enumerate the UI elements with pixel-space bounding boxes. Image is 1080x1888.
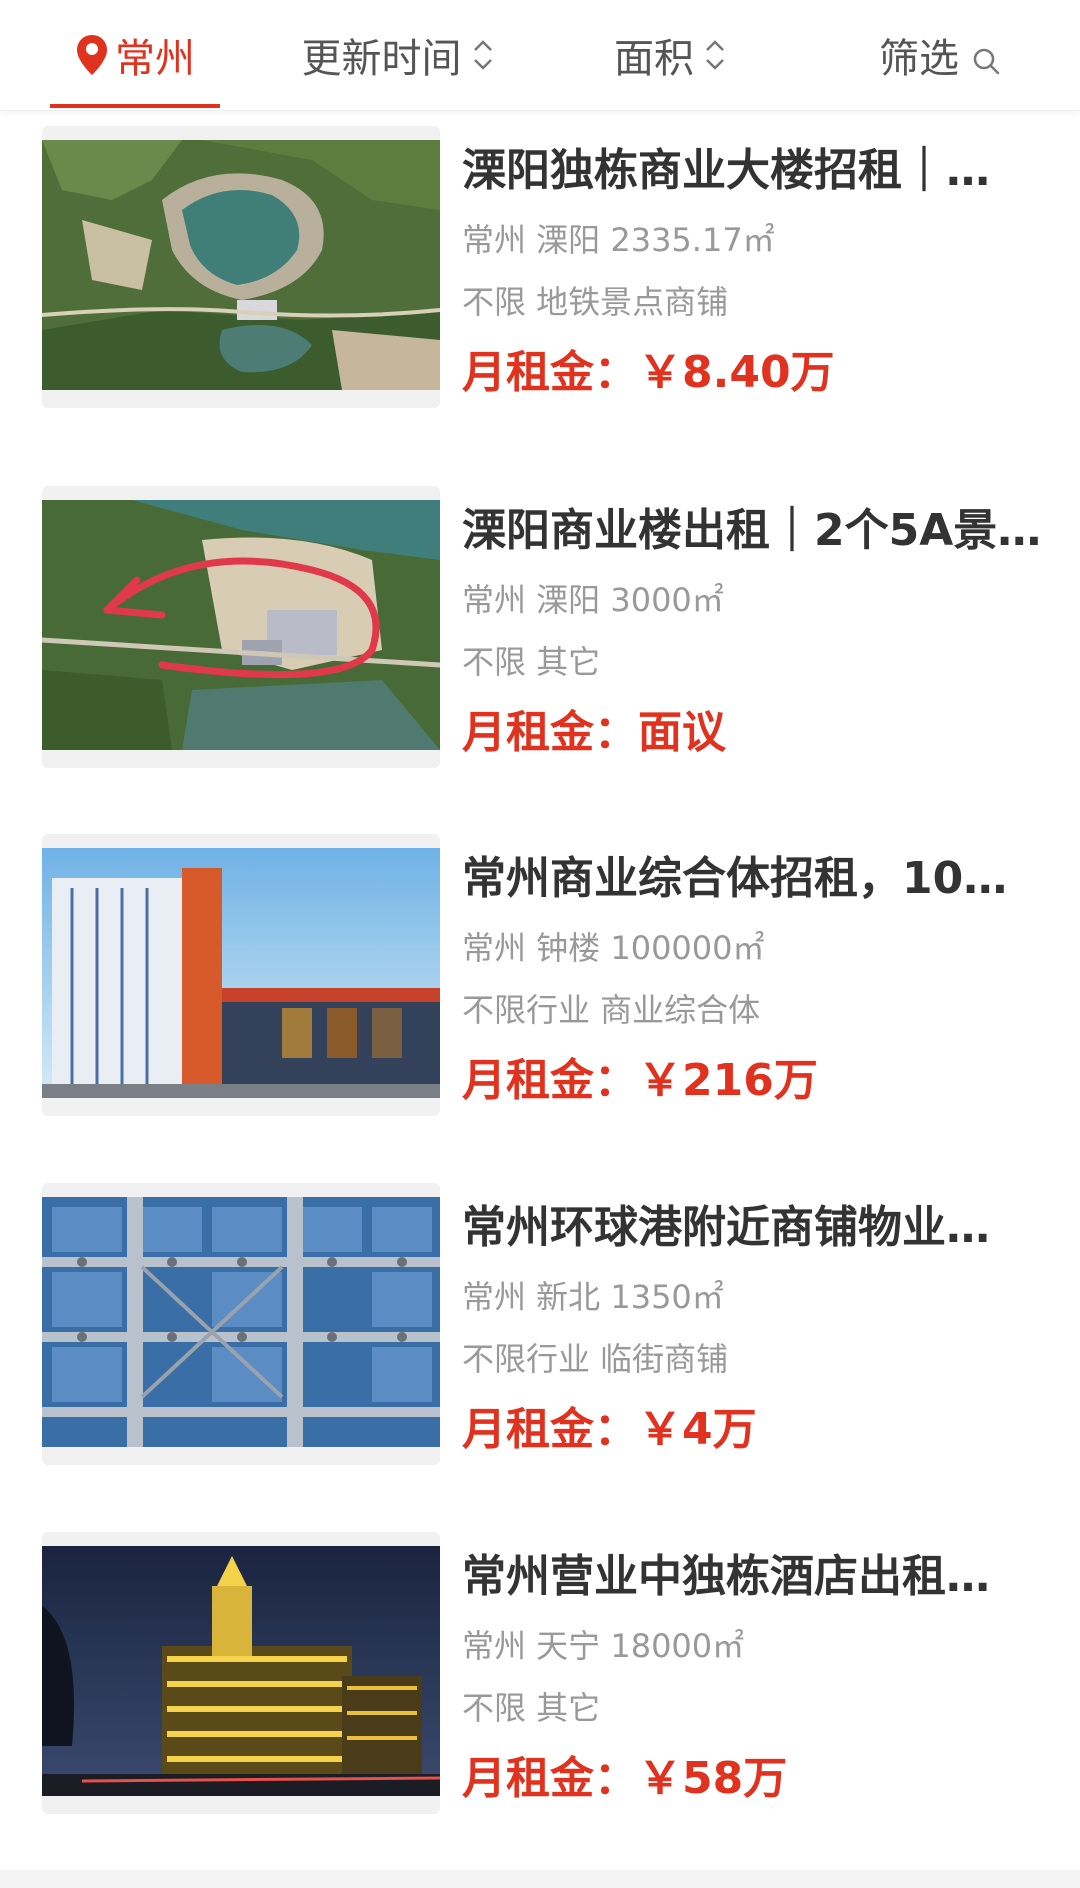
screen-filter[interactable]: 筛选: [870, 0, 1010, 110]
listing-tags: 不限 其它: [462, 643, 601, 681]
listing-card[interactable]: 常州商业综合体招租，10… 常州 钟楼 100000㎡ 不限行业 商业综合体 月…: [0, 834, 1080, 1134]
listing-thumbnail-frame: [42, 486, 440, 768]
listing-card[interactable]: 常州环球港附近商铺物业… 常州 新北 1350㎡ 不限行业 临街商铺 月租金：￥…: [0, 1183, 1080, 1483]
listing-rent: 月租金：￥58万: [462, 1753, 788, 1804]
listing-location: 常州 溧阳 3000㎡: [462, 581, 724, 619]
listing-card[interactable]: 溧阳商业楼出租｜2个5A景… 常州 溧阳 3000㎡ 不限 其它 月租金：面议: [0, 486, 1080, 786]
glass-facade-building-photo: [42, 1197, 440, 1447]
aerial-lake-quarry-photo: [42, 140, 440, 390]
listing-thumbnail: [42, 1546, 440, 1796]
listing-title[interactable]: 溧阳独栋商业大楼招租｜…: [462, 142, 1042, 200]
listing-title[interactable]: 常州商业综合体招租，10…: [462, 850, 1042, 908]
listing-title[interactable]: 常州环球港附近商铺物业…: [462, 1199, 1042, 1257]
sort-arrows-icon: [472, 35, 494, 75]
listing-title[interactable]: 常州营业中独栋酒店出租…: [462, 1548, 1042, 1606]
sort-arrows-icon: [704, 35, 726, 75]
listing-thumbnail-frame: [42, 834, 440, 1116]
active-tab-underline: [50, 104, 220, 108]
listing-rent: 月租金：￥8.40万: [462, 347, 835, 398]
city-filter[interactable]: 常州: [50, 0, 220, 110]
listing-rent: 月租金：￥216万: [462, 1055, 818, 1106]
area-sort[interactable]: 面积: [595, 0, 745, 110]
listing-rent: 月租金：面议: [462, 707, 726, 758]
screen-filter-label: 筛选: [879, 36, 959, 82]
listing-title[interactable]: 溧阳商业楼出租｜2个5A景…: [462, 502, 1042, 560]
search-icon: [971, 40, 1001, 75]
listing-tags: 不限 其它: [462, 1689, 601, 1727]
listing-location: 常州 天宁 18000㎡: [462, 1627, 745, 1665]
listing-rent: 月租金：￥4万: [462, 1404, 757, 1455]
listing-location: 常州 钟楼 100000㎡: [462, 929, 765, 967]
area-label: 面积: [614, 36, 694, 82]
listing-card[interactable]: 常州营业中独栋酒店出租… 常州 天宁 18000㎡ 不限 其它 月租金：￥58万: [0, 1532, 1080, 1832]
listing-tags: 不限 地铁景点商铺: [462, 283, 729, 321]
filter-bar: 常州 更新时间 面积 筛选: [0, 0, 1080, 111]
listing-location: 常州 溧阳 2335.17㎡: [462, 221, 775, 259]
listing-thumbnail-frame: [42, 1532, 440, 1814]
listing-location: 常州 新北 1350㎡: [462, 1278, 724, 1316]
update-time-sort[interactable]: 更新时间: [285, 0, 510, 110]
location-pin-icon: [75, 33, 109, 77]
night-hotel-lights-photo: [42, 1546, 440, 1796]
listing-thumbnail: [42, 500, 440, 750]
update-time-label: 更新时间: [301, 36, 462, 82]
listing-thumbnail: [42, 1197, 440, 1447]
city-filter-label: 常州: [115, 36, 195, 82]
bottom-divider: [0, 1870, 1080, 1888]
listing-thumbnail: [42, 140, 440, 390]
aerial-lake-building-red-arrow-photo: [42, 500, 440, 750]
listing-card[interactable]: 溧阳独栋商业大楼招租｜… 常州 溧阳 2335.17㎡ 不限 地铁景点商铺 月租…: [0, 126, 1080, 426]
lighting-market-tower-photo: [42, 848, 440, 1098]
listing-tags: 不限行业 商业综合体: [462, 991, 761, 1029]
listing-thumbnail: [42, 848, 440, 1098]
listing-thumbnail-frame: [42, 1183, 440, 1465]
listing-tags: 不限行业 临街商铺: [462, 1340, 729, 1378]
listing-thumbnail-frame: [42, 126, 440, 408]
